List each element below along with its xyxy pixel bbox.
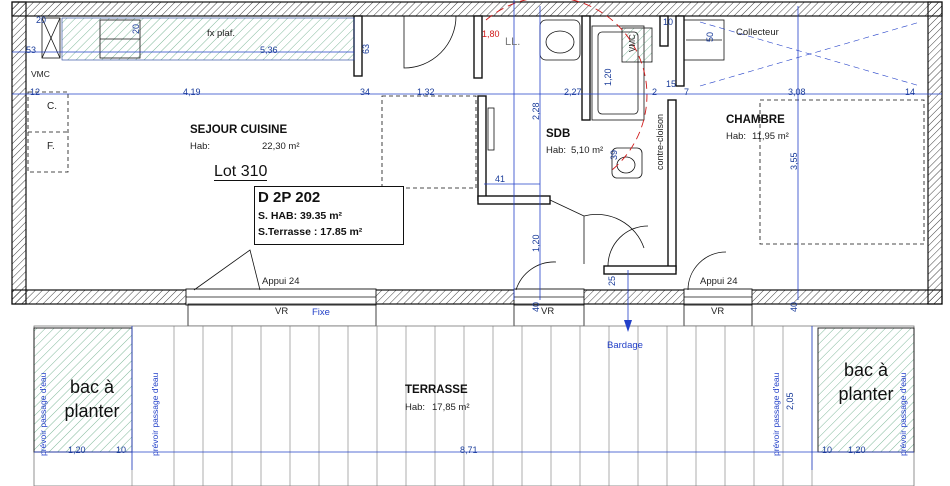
room-hab-label-chambre: Hab: — [726, 131, 747, 142]
lot-number: Lot 310 — [214, 163, 268, 181]
dim-53: 53 — [26, 45, 37, 55]
room-hab-label-sdb: Hab: — [546, 145, 567, 156]
room-hab-value-sejour: 22,30 m² — [262, 141, 300, 152]
dim-40b: 40 — [789, 301, 799, 312]
dim-10a: 10 — [116, 445, 127, 455]
dim-40a: 40 — [531, 301, 541, 312]
room-hab-value-terrasse: 17,85 m² — [432, 402, 470, 413]
vmc-label-sdb: VMC — [628, 34, 637, 52]
dim-180: 1,80 — [482, 29, 500, 39]
dim-12: 12 — [30, 87, 41, 97]
apartment-info-box: D 2P 202 S. HAB: 39.35 m² S.Terrasse : 1… — [254, 186, 404, 245]
fixe-label: Fixe — [312, 307, 330, 318]
room-hab-value-chambre: 11,95 m² — [752, 131, 789, 142]
dim-41: 41 — [495, 174, 506, 184]
dim-14: 14 — [905, 87, 916, 97]
dim-63: 63 — [361, 43, 371, 54]
dim-39: 39 — [609, 149, 619, 160]
dim-120b: 1,20 — [531, 234, 541, 252]
planter-left-line2: planter — [64, 401, 120, 421]
vr-label-left: VR — [275, 306, 289, 317]
planter-right-line1: bac à — [843, 360, 889, 380]
dim-120d: 1,20 — [848, 445, 866, 455]
room-name-sdb: SDB — [546, 128, 571, 140]
room-name-terrasse: TERRASSE — [405, 384, 468, 396]
planter-left-line1: bac à — [69, 377, 115, 397]
dim-7b: 7 — [684, 87, 690, 97]
f-letter: F. — [47, 141, 55, 152]
dim-34: 34 — [360, 87, 371, 97]
dim-50: 50 — [705, 31, 715, 42]
dim-120c: 1,20 — [68, 445, 86, 455]
vr-label-middle: VR — [541, 306, 555, 317]
dim-308: 3,08 — [788, 87, 806, 97]
prevoir-eau-2: prévoir passage d'eau — [150, 372, 160, 456]
contre-cloison-label: contre-cloison — [655, 113, 665, 170]
dim-205: 2,05 — [785, 392, 795, 410]
vmc-label-left: VMC — [31, 69, 50, 79]
ll-label: LL. — [505, 36, 521, 48]
dim-2: 2 — [652, 87, 658, 97]
appui-label-left: Appui 24 — [262, 276, 300, 287]
appui-label-right: Appui 24 — [700, 276, 738, 287]
dim-419: 4,19 — [183, 87, 201, 97]
room-hab-label-terrasse: Hab: — [405, 402, 426, 413]
surface-hab: S. HAB: 39.35 m² — [258, 210, 343, 222]
dim-20a: 20 — [36, 15, 47, 25]
room-hab-value-sdb: 5,10 m² — [571, 145, 604, 156]
prevoir-eau-1: prévoir passage d'eau — [38, 372, 48, 456]
planter-right-line2: planter — [838, 384, 894, 404]
dim-228: 2,28 — [531, 102, 541, 120]
prevoir-eau-3: prévoir passage d'eau — [771, 372, 781, 456]
room-name-chambre: CHAMBRE — [726, 114, 785, 126]
dim-15: 15 — [666, 79, 677, 89]
dim-355: 3,55 — [789, 152, 799, 170]
dim-871: 8,71 — [460, 445, 478, 455]
dim-10c: 10 — [663, 17, 674, 27]
dim-20b: 20 — [131, 23, 141, 34]
room-hab-label-sejour: Hab: — [190, 141, 211, 152]
prevoir-eau-4: prévoir passage d'eau — [898, 372, 908, 456]
dim-25: 25 — [607, 275, 617, 286]
dim-10b: 10 — [822, 445, 833, 455]
dim-536: 5,36 — [260, 45, 278, 55]
dim-227: 2,27 — [564, 87, 582, 97]
dim-120a: 1,20 — [603, 68, 613, 86]
fx-plaf-label: fx plaf. — [207, 28, 235, 39]
collecteur-label: Collecteur — [736, 27, 779, 38]
c-letter: C. — [47, 101, 57, 112]
vr-label-right: VR — [711, 306, 725, 317]
room-name-sejour: SEJOUR CUISINE — [190, 124, 288, 136]
apartment-code: D 2P 202 — [258, 189, 321, 206]
bardage-label: Bardage — [607, 340, 643, 351]
surface-terrace: S.Terrasse : 17.85 m² — [258, 226, 363, 238]
dim-132: 1,32 — [417, 87, 435, 97]
